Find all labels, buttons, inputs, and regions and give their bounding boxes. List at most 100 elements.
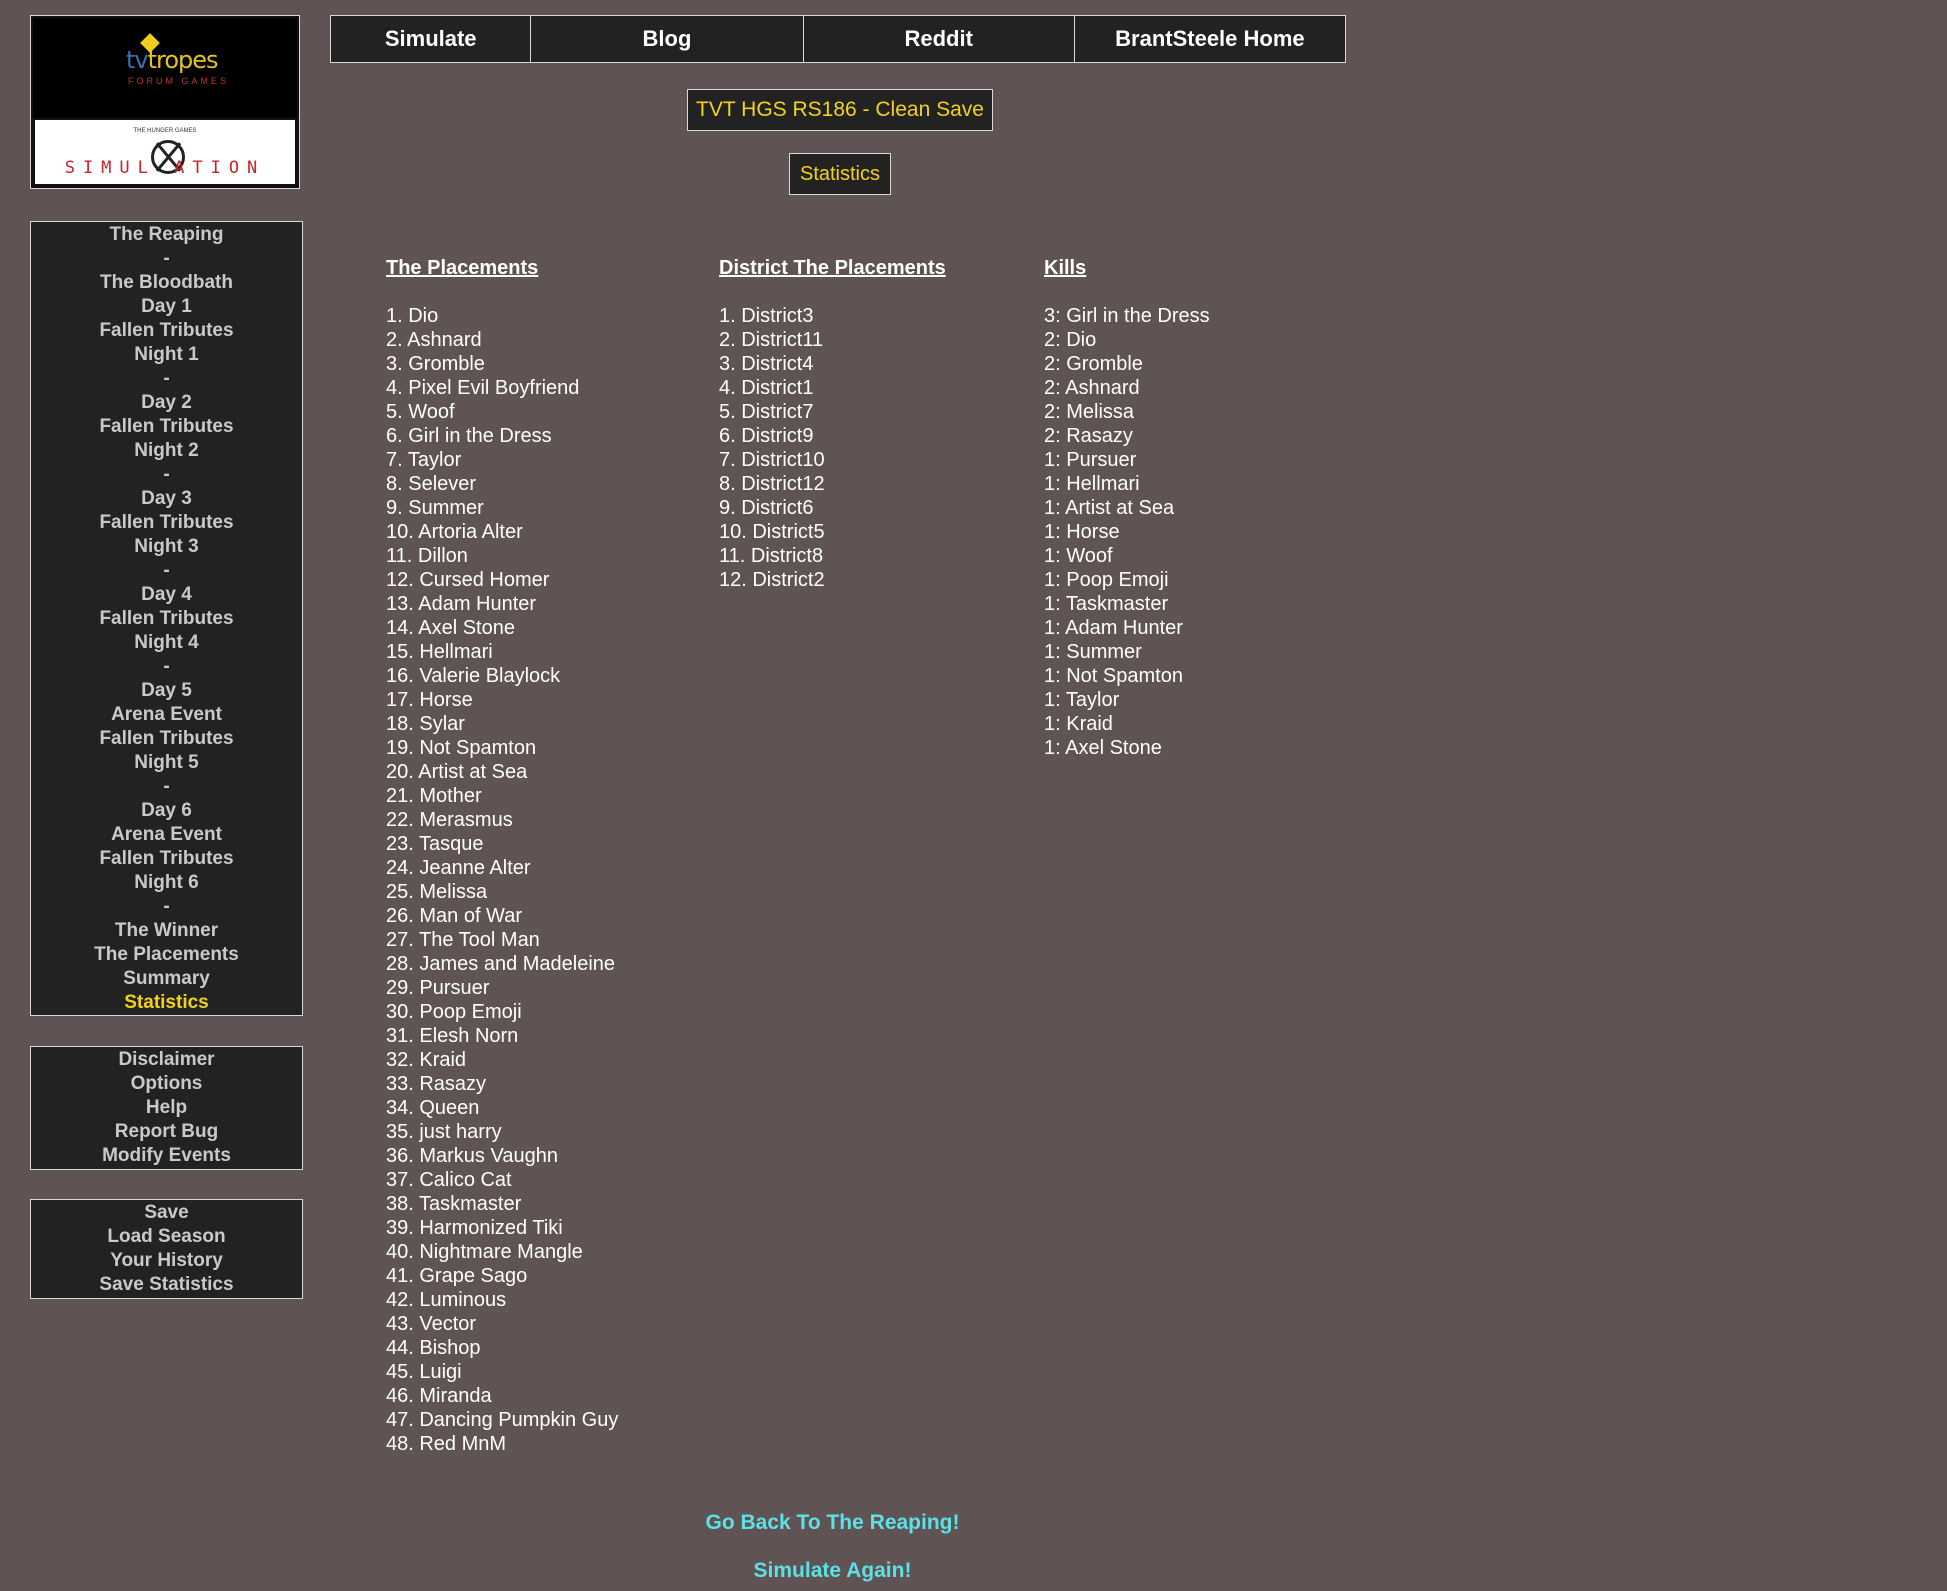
placement-row: 34. Queen	[386, 1097, 480, 1119]
placement-row: 45. Luigi	[386, 1361, 462, 1383]
sidebar-item-fallen-tributes[interactable]: Fallen Tributes	[31, 607, 302, 631]
sidebar-item-fallen-tributes[interactable]: Fallen Tributes	[31, 727, 302, 751]
placement-row: 20. Artist at Sea	[386, 761, 528, 783]
nav-separator: -	[163, 368, 170, 389]
sidebar-item-save-statistics[interactable]: Save Statistics	[31, 1273, 302, 1297]
placement-row: 16. Valerie Blaylock	[386, 665, 561, 687]
sidebar-item-report-bug[interactable]: Report Bug	[31, 1120, 302, 1144]
kill-row: 1: Adam Hunter	[1044, 617, 1183, 639]
placement-row: 12. Cursed Homer	[386, 569, 550, 591]
placement-row: 8. Selever	[386, 473, 477, 495]
kill-row: 1: Poop Emoji	[1044, 569, 1169, 591]
sidebar-item-day-4[interactable]: Day 4	[31, 583, 302, 607]
placement-row: 4. Pixel Evil Boyfriend	[386, 377, 580, 399]
nav-separator: -	[163, 776, 170, 797]
placement-row: 26. Man of War	[386, 905, 522, 927]
kill-row: 1: Artist at Sea	[1044, 497, 1175, 519]
sidebar-item-fallen-tributes[interactable]: Fallen Tributes	[31, 415, 302, 439]
district-placement-row: 2. District11	[719, 329, 824, 351]
sidebar-item-load-season[interactable]: Load Season	[31, 1225, 302, 1249]
tab-simulate[interactable]: Simulate	[331, 16, 532, 62]
sidebar-item-options[interactable]: Options	[31, 1072, 302, 1096]
sidebar-item-day-1[interactable]: Day 1	[31, 295, 302, 319]
district-placement-row: 10. District5	[719, 521, 825, 543]
placement-row: 10. Artoria Alter	[386, 521, 523, 543]
sidebar-item-arena-event[interactable]: Arena Event	[31, 823, 302, 847]
sidebar-item-the-placements[interactable]: The Placements	[31, 943, 302, 967]
season-title: TVT HGS RS186 - Clean Save	[687, 89, 993, 131]
sidebar-item-night-5[interactable]: Night 5	[31, 751, 302, 775]
sidebar-item-the-bloodbath[interactable]: The Bloodbath	[31, 271, 302, 295]
district-placement-row: 9. District6	[719, 497, 814, 519]
district-placement-row: 6. District9	[719, 425, 814, 447]
placement-row: 43. Vector	[386, 1313, 477, 1335]
nav-separator: -	[163, 896, 170, 917]
sidebar-item-night-1[interactable]: Night 1	[31, 343, 302, 367]
logo-forum-games-text: FORUM GAMES	[128, 76, 230, 86]
placement-row: 29. Pursuer	[386, 977, 490, 999]
placement-row: 2. Ashnard	[386, 329, 482, 351]
kill-row: 1: Taylor	[1044, 689, 1120, 711]
placement-row: 38. Taskmaster	[386, 1193, 522, 1215]
kill-row: 2: Melissa	[1044, 401, 1135, 423]
placement-row: 14. Axel Stone	[386, 617, 515, 639]
sidebar-item-fallen-tributes[interactable]: Fallen Tributes	[31, 847, 302, 871]
placement-row: 40. Nightmare Mangle	[386, 1241, 583, 1263]
sidebar-item-day-3[interactable]: Day 3	[31, 487, 302, 511]
sidebar-item-statistics[interactable]: Statistics	[31, 991, 302, 1015]
placements-heading: The Placements	[386, 257, 539, 279]
sidebar-item-day-6[interactable]: Day 6	[31, 799, 302, 823]
district-placement-row: 11. District8	[719, 545, 824, 567]
tab-reddit[interactable]: Reddit	[804, 16, 1075, 62]
placement-row: 30. Poop Emoji	[386, 1001, 522, 1023]
logo-hunger-games-text: THE HUNGER GAMES	[133, 128, 197, 134]
sidebar-item-the-winner[interactable]: The Winner	[31, 919, 302, 943]
sidebar-item-disclaimer[interactable]: Disclaimer	[31, 1048, 302, 1072]
sidebar-item-fallen-tributes[interactable]: Fallen Tributes	[31, 319, 302, 343]
logo-tvtropes-panel: tvtropes FORUM GAMES	[33, 18, 297, 118]
sidebar-item-night-6[interactable]: Night 6	[31, 871, 302, 895]
sidebar-item-summary[interactable]: Summary	[31, 967, 302, 991]
sidebar-item-the-reaping[interactable]: The Reaping	[31, 223, 302, 247]
placement-row: 17. Horse	[386, 689, 473, 711]
sidebar-item-help[interactable]: Help	[31, 1096, 302, 1120]
kill-row: 1: Woof	[1044, 545, 1113, 567]
sidebar-item-fallen-tributes[interactable]: Fallen Tributes	[31, 511, 302, 535]
placement-row: 28. James and Madeleine	[386, 953, 616, 975]
back-to-reaping-link[interactable]: Go Back To The Reaping!	[0, 1511, 1665, 1535]
placement-row: 19. Not Spamton	[386, 737, 537, 759]
district-placement-row: 8. District12	[719, 473, 825, 495]
sidebar-item-save[interactable]: Save	[31, 1201, 302, 1225]
district-placements-column: District The Placements 1. District3 2. D…	[719, 256, 946, 592]
site-logo[interactable]: tvtropes FORUM GAMES THE HUNGER GAMES SI…	[30, 15, 300, 189]
kill-row: 2: Gromble	[1044, 353, 1143, 375]
placement-row: 6. Girl in the Dress	[386, 425, 552, 447]
placements-list: 1. Dio 2. Ashnard 3. Gromble 4. Pixel Evil …	[386, 304, 618, 1456]
sidebar-item-day-2[interactable]: Day 2	[31, 391, 302, 415]
sidebar-item-your-history[interactable]: Your History	[31, 1249, 302, 1273]
tab-blog[interactable]: Blog	[531, 16, 804, 62]
placement-row: 5. Woof	[386, 401, 455, 423]
placement-row: 47. Dancing Pumpkin Guy	[386, 1409, 619, 1431]
simulate-again-link[interactable]: Simulate Again!	[0, 1559, 1665, 1583]
kills-column: Kills 3: Girl in the Dress 2: Dio 2: Gromb…	[1044, 256, 1210, 760]
nav-separator: -	[163, 248, 170, 269]
sidebar-item-night-3[interactable]: Night 3	[31, 535, 302, 559]
logo-simulation-text: SIMUL ATION	[64, 158, 266, 178]
top-nav: Simulate Blog Reddit BrantSteele Home	[330, 15, 1346, 63]
sidebar-item-modify-events[interactable]: Modify Events	[31, 1144, 302, 1168]
district-placement-row: 12. District2	[719, 569, 825, 591]
sidebar-item-arena-event[interactable]: Arena Event	[31, 703, 302, 727]
sidebar-item-day-5[interactable]: Day 5	[31, 679, 302, 703]
placement-row: 23. Tasque	[386, 833, 484, 855]
placement-row: 31. Elesh Norn	[386, 1025, 519, 1047]
placement-row: 18. Sylar	[386, 713, 465, 735]
placement-row: 35. just harry	[386, 1121, 502, 1143]
district-placement-row: 5. District7	[719, 401, 814, 423]
sidebar-item-night-4[interactable]: Night 4	[31, 631, 302, 655]
placements-column: The Placements 1. Dio 2. Ashnard 3. Grombl…	[386, 256, 618, 1456]
tab-brantsteele-home[interactable]: BrantSteele Home	[1075, 16, 1345, 62]
placement-row: 27. The Tool Man	[386, 929, 540, 951]
placement-row: 25. Melissa	[386, 881, 488, 903]
sidebar-item-night-2[interactable]: Night 2	[31, 439, 302, 463]
